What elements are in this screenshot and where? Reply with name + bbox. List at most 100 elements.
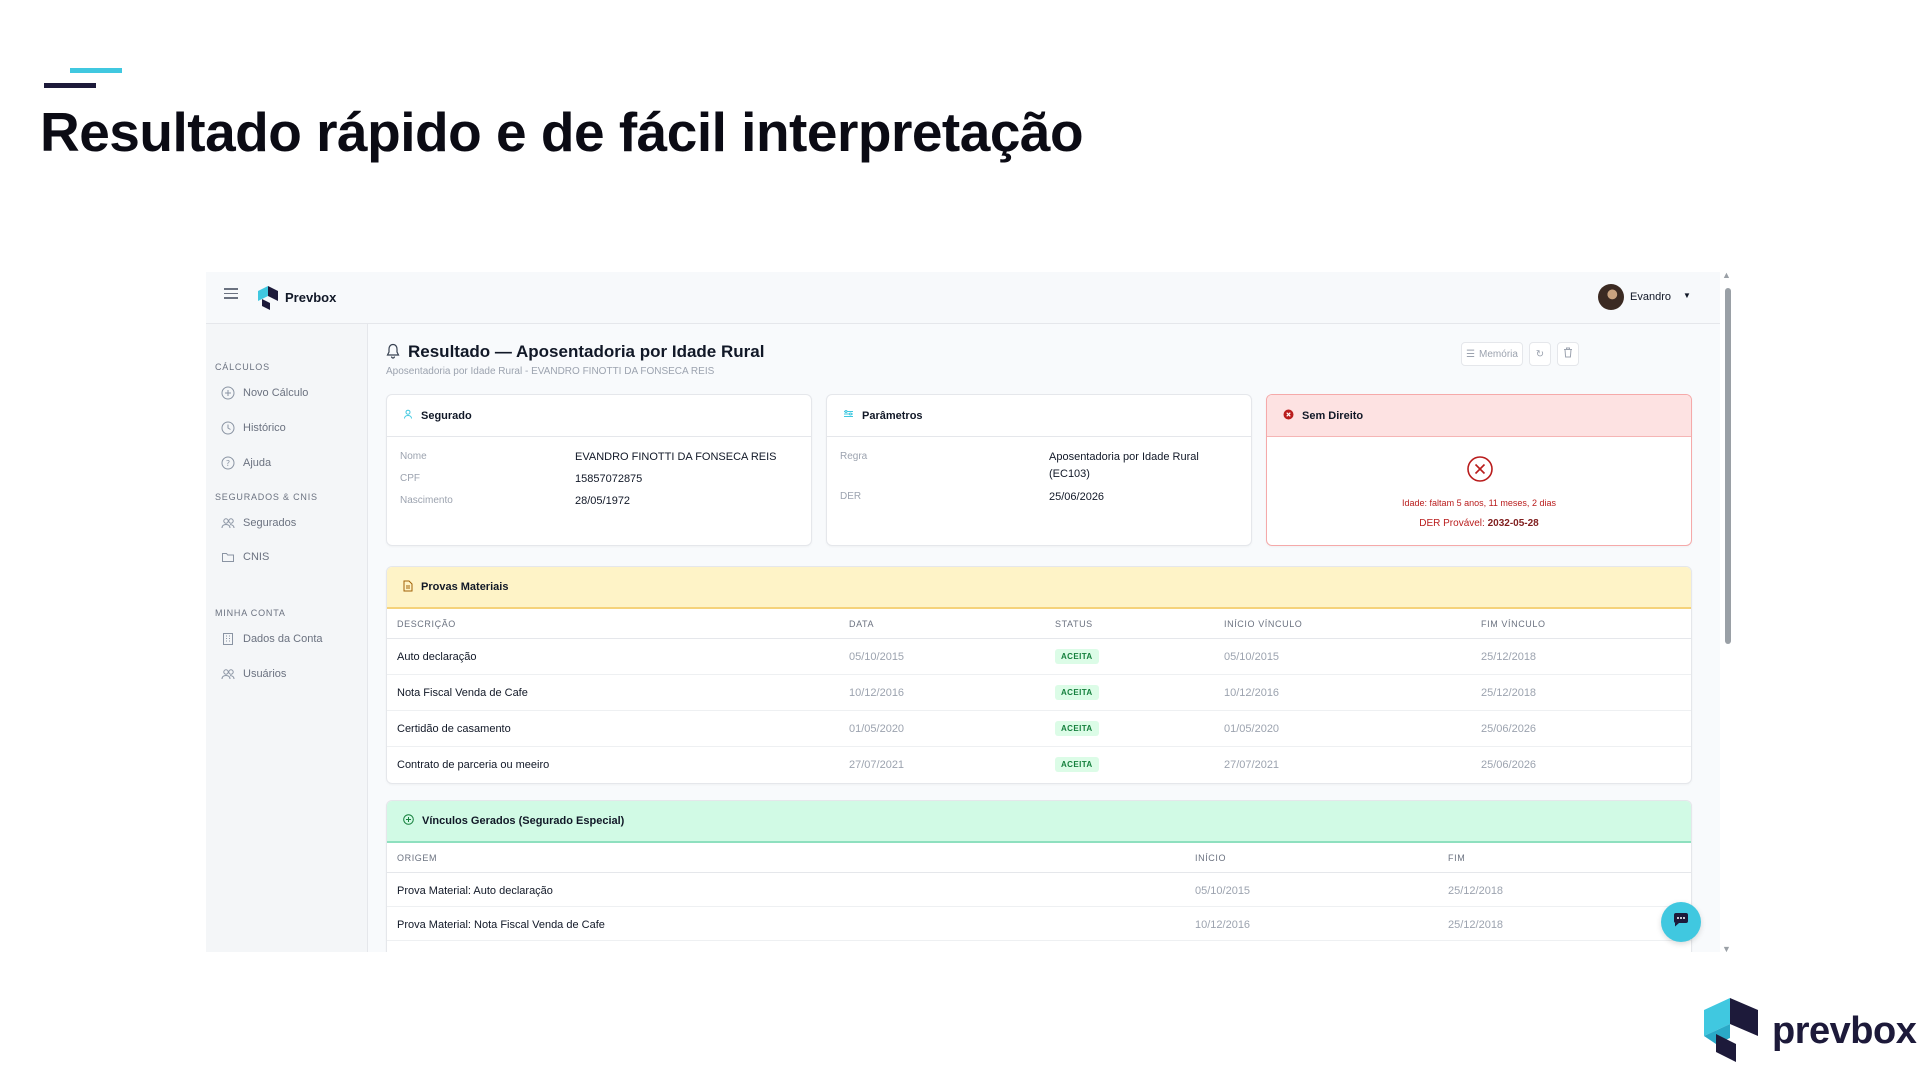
vinculos-table-header: ORIGEM INÍCIO FIM — [387, 843, 1691, 873]
status-badge: ACEITA — [1055, 757, 1099, 772]
sidebar-item-cnis[interactable]: CNIS — [221, 548, 269, 566]
trash-icon — [1563, 347, 1573, 361]
chat-button[interactable] — [1661, 902, 1701, 942]
col-origem[interactable]: ORIGEM — [397, 853, 437, 863]
chevron-down-icon[interactable]: ▼ — [1683, 291, 1691, 300]
resultado-card-header: Sem Direito — [1267, 395, 1691, 437]
provas-materiais-card: Provas Materiais DESCRIÇÃO DATA STATUS I… — [386, 566, 1692, 784]
provas-table-header: DESCRIÇÃO DATA STATUS INÍCIO VÍNCULO FIM… — [387, 609, 1691, 639]
memoria-button[interactable]: ☰ Memória — [1461, 342, 1523, 366]
cell-inicio: 05/10/2015 — [1224, 651, 1280, 663]
col-inicio-vinculo[interactable]: INÍCIO VÍNCULO — [1224, 619, 1302, 629]
nascimento-value: 28/05/1972 — [575, 495, 631, 507]
user-icon — [403, 409, 413, 422]
cell-data: 01/05/2020 — [849, 723, 905, 735]
cell-inicio: 27/07/2021 — [1224, 759, 1280, 771]
cpf-label: CPF — [400, 473, 420, 484]
sidebar-item-segurados[interactable]: Segurados — [221, 514, 296, 532]
bell-icon — [386, 343, 400, 362]
brand-name: prevbox — [1772, 1010, 1917, 1052]
scroll-down-arrow-icon[interactable]: ▼ — [1722, 944, 1731, 954]
sidebar-item-label: Ajuda — [243, 457, 272, 469]
cpf-value: 15857072875 — [575, 473, 643, 485]
x-circle-filled-icon — [1283, 409, 1294, 423]
plus-circle-icon — [403, 814, 414, 828]
table-row[interactable]: Prova Material: Auto declaração 05/10/20… — [387, 873, 1691, 907]
col-fim-vinculo[interactable]: FIM VÍNCULO — [1481, 619, 1546, 629]
sidebar-item-ajuda[interactable]: ? Ajuda — [221, 454, 271, 472]
cell-data: 10/12/2016 — [849, 687, 905, 699]
list-icon: ☰ — [1466, 348, 1476, 360]
cell-fim: 25/12/2018 — [1448, 885, 1504, 897]
sidebar-item-historico[interactable]: Histórico — [221, 419, 286, 437]
sidebar-item-label: Novo Cálculo — [243, 387, 309, 399]
sidebar-item-usuarios[interactable]: Usuários — [221, 665, 286, 683]
menu-icon[interactable] — [224, 288, 238, 300]
cell-inicio: 05/10/2015 — [1195, 885, 1251, 897]
prevbox-logo-icon — [256, 285, 280, 311]
refresh-icon: ↻ — [1535, 348, 1545, 360]
nome-value: EVANDRO FINOTTI DA FONSECA REIS — [575, 451, 777, 463]
der-provavel: DER Provável: 2032-05-28 — [1267, 518, 1691, 529]
accent-line-bottom — [44, 83, 96, 88]
app-name[interactable]: Prevbox — [285, 290, 336, 305]
resultado-card: Sem Direito Idade: faltam 5 anos, 11 mes… — [1266, 394, 1692, 546]
main-content: Resultado — Aposentadoria por Idade Rura… — [368, 324, 1720, 952]
cell-fim: 25/12/2018 — [1448, 919, 1504, 931]
document-icon — [403, 580, 413, 595]
table-row[interactable]: Contrato de parceria ou meeiro 27/07/202… — [387, 747, 1691, 783]
cell-inicio: 10/12/2016 — [1195, 919, 1251, 931]
delete-button[interactable] — [1557, 342, 1579, 366]
cell-origem: Prova Material: Auto declaração — [397, 885, 553, 897]
status-badge: ACEITA — [1055, 721, 1099, 736]
accent-line-top — [70, 68, 122, 73]
cell-fim: 25/12/2018 — [1481, 651, 1537, 663]
scroll-up-arrow-icon[interactable]: ▲ — [1722, 270, 1731, 280]
status-badge: ACEITA — [1055, 649, 1099, 664]
nome-label: Nome — [400, 451, 427, 462]
provas-materiais-header: Provas Materiais — [387, 567, 1691, 609]
resultado-title: Sem Direito — [1302, 409, 1364, 422]
col-inicio[interactable]: INÍCIO — [1195, 853, 1226, 863]
sidebar-item-label: Dados da Conta — [243, 633, 323, 645]
app-window: Prevbox Evandro ▼ CÁLCULOS Novo Cálculo … — [206, 272, 1720, 952]
top-bar: Prevbox Evandro ▼ — [206, 272, 1720, 324]
sidebar-section-segurados: SEGURADOS & CNIS — [215, 492, 318, 502]
cell-fim: 25/06/2026 — [1481, 759, 1537, 771]
building-icon — [221, 632, 235, 646]
cell-inicio: 10/12/2016 — [1224, 687, 1280, 699]
cell-descricao: Nota Fiscal Venda de Cafe — [397, 687, 528, 699]
table-row[interactable]: Nota Fiscal Venda de Cafe 10/12/2016 ACE… — [387, 675, 1691, 711]
page-subtitle: Aposentadoria por Idade Rural - EVANDRO … — [386, 366, 715, 377]
der-provavel-value: 2032-05-28 — [1487, 518, 1539, 529]
users-icon — [221, 516, 235, 530]
regra-value-line2: (EC103) — [1049, 468, 1090, 480]
avatar[interactable] — [1598, 284, 1624, 310]
table-row[interactable]: Certidão de casamento 01/05/2020 ACEITA … — [387, 711, 1691, 747]
clock-icon — [221, 421, 235, 435]
table-row[interactable]: Prova Material: Nota Fiscal Venda de Caf… — [387, 907, 1691, 941]
sidebar: CÁLCULOS Novo Cálculo Histórico ? Ajuda … — [206, 324, 368, 952]
refresh-button[interactable]: ↻ — [1529, 342, 1551, 366]
scrollbar-thumb[interactable] — [1725, 288, 1731, 644]
plus-circle-icon — [221, 386, 235, 400]
der-provavel-label: DER Provável: — [1419, 518, 1485, 529]
col-status[interactable]: STATUS — [1055, 619, 1093, 629]
brand-logo: prevbox — [1700, 994, 1917, 1069]
user-name[interactable]: Evandro — [1630, 291, 1671, 303]
cell-fim: 25/06/2026 — [1481, 723, 1537, 735]
regra-value-line1: Aposentadoria por Idade Rural — [1049, 451, 1199, 463]
sidebar-section-calculos: CÁLCULOS — [215, 362, 270, 372]
col-fim[interactable]: FIM — [1448, 853, 1465, 863]
col-data[interactable]: DATA — [849, 619, 874, 629]
parametros-card-header: Parâmetros — [827, 395, 1251, 437]
provas-title: Provas Materiais — [421, 581, 509, 593]
sidebar-item-dados-conta[interactable]: Dados da Conta — [221, 630, 323, 648]
parametros-title: Parâmetros — [862, 409, 923, 422]
sidebar-item-novo-calculo[interactable]: Novo Cálculo — [221, 384, 308, 402]
sidebar-item-label: CNIS — [243, 551, 270, 563]
col-descricao[interactable]: DESCRIÇÃO — [397, 619, 456, 629]
regra-label: Regra — [840, 451, 868, 462]
table-row[interactable]: Auto declaração 05/10/2015 ACEITA 05/10/… — [387, 639, 1691, 675]
memoria-label: Memória — [1479, 348, 1518, 360]
